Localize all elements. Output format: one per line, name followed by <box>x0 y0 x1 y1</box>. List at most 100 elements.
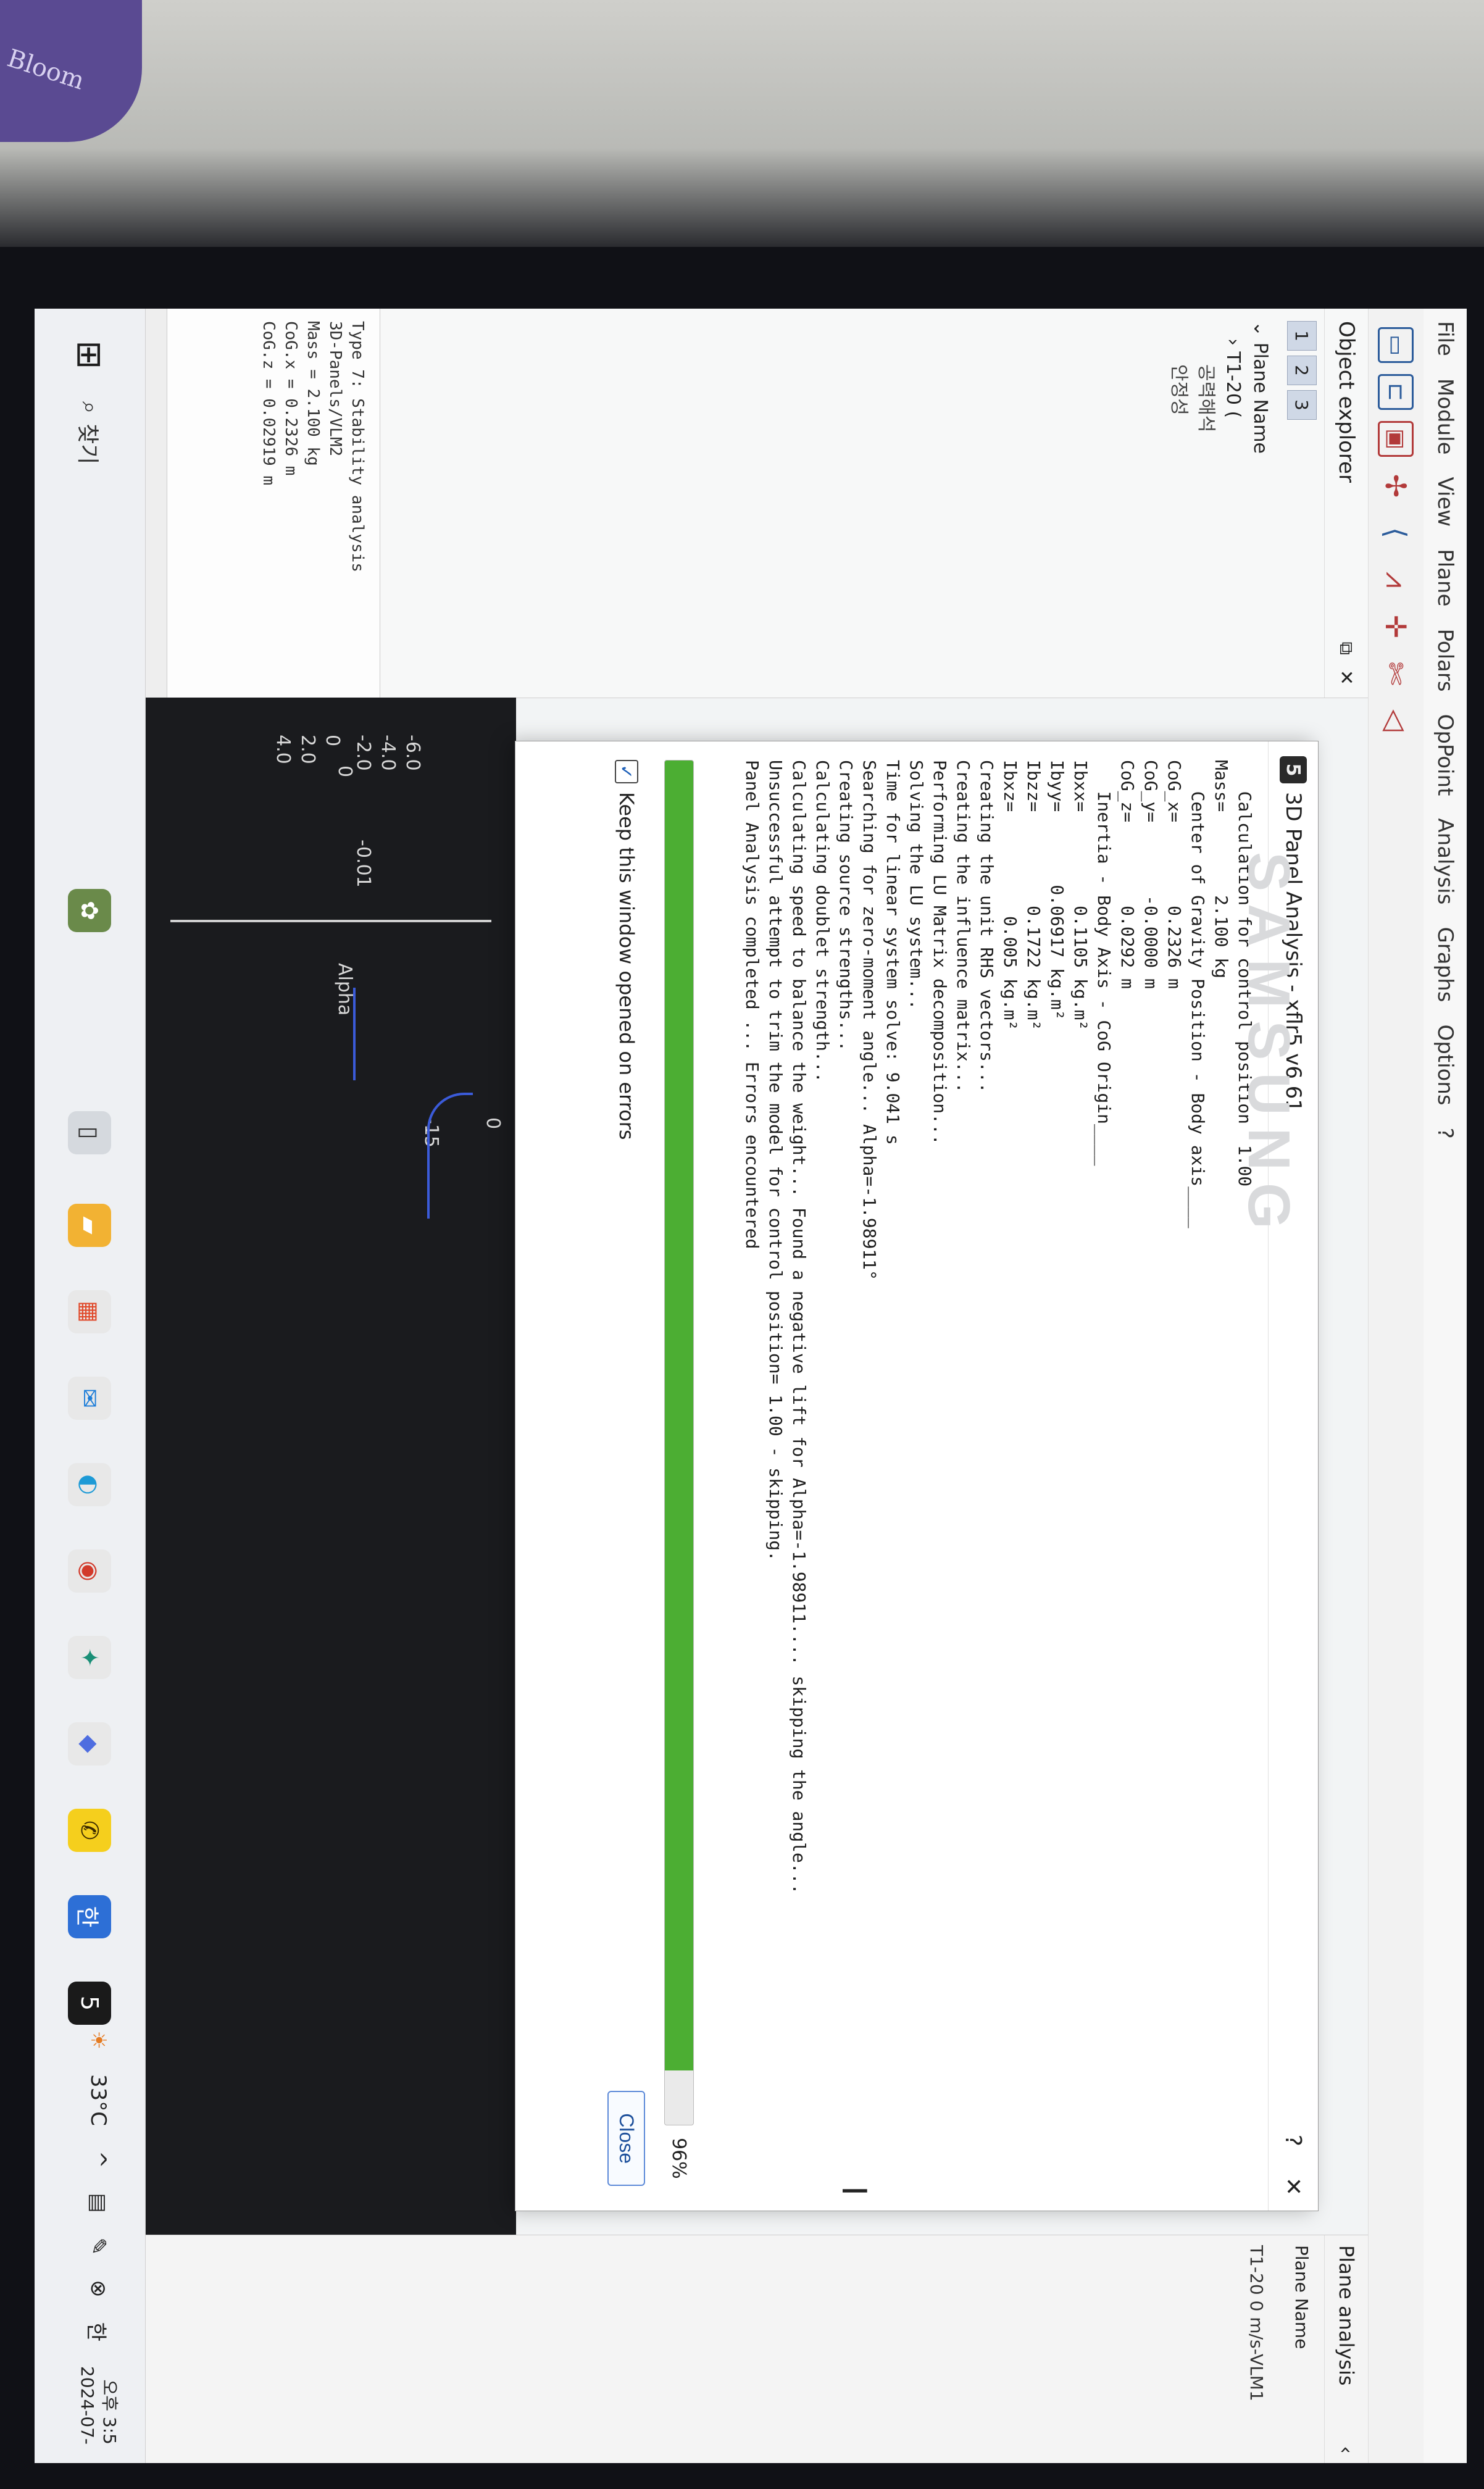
menu-options[interactable]: Options <box>1433 1024 1457 1105</box>
chevron-down-icon[interactable]: ⌄ <box>1249 321 1271 343</box>
save-icon[interactable]: ▣ <box>1378 421 1414 457</box>
chevron-right-icon[interactable]: › <box>1222 338 1244 352</box>
menu-help[interactable]: ? <box>1433 1128 1457 1139</box>
store-icon[interactable]: ▦ <box>68 1290 111 1333</box>
explorer-tab-3[interactable]: 3 <box>1287 390 1317 420</box>
mail-icon[interactable]: ✉ <box>68 1377 111 1420</box>
menu-module[interactable]: Module <box>1433 378 1457 455</box>
xfoil-module-icon[interactable]: ⟨ <box>1378 515 1414 551</box>
toolbar: ▭ ⊏ ▣ ✢ ⟨ ⩘ ✛ ✄ ◁ <box>1368 309 1424 2463</box>
file-explorer-icon[interactable]: ▰ <box>68 1204 111 1247</box>
tree-root[interactable]: ⌄ Plane Name <box>1246 321 1273 685</box>
new-file-icon[interactable]: ▭ <box>1378 327 1414 363</box>
menu-plane[interactable]: Plane <box>1433 549 1457 606</box>
xflr5-app-icon: 5 <box>1280 756 1307 783</box>
search-icon: ⌕ <box>77 401 102 414</box>
explorer-tab-1[interactable]: 1 <box>1287 321 1317 351</box>
foil-module-icon[interactable]: ✢ <box>1378 468 1414 504</box>
log-line: Time for linear system solve: 9.041 s <box>883 760 903 1145</box>
keep-open-label: Keep this window opened on errors <box>615 792 638 1140</box>
chevron-left-icon[interactable]: ‹ <box>1335 2446 1358 2454</box>
task-view-icon[interactable]: ▯ <box>68 1111 111 1154</box>
horizontal-scrollbar[interactable] <box>146 309 167 698</box>
graph-panel-3[interactable] <box>146 1463 516 1847</box>
explorer-tab-2[interactable]: 2 <box>1287 356 1317 385</box>
y-tick-label: 0 <box>482 1117 504 1130</box>
chevron-up-icon[interactable]: ^ <box>86 2151 110 2169</box>
clock[interactable]: 오후 3:5 2024-07- <box>76 2366 120 2445</box>
menu-graphs[interactable]: Graphs <box>1433 927 1457 1002</box>
graph-panel-2[interactable]: 0 -15 <box>146 1080 516 1464</box>
screen-wrapper: File Module View Plane Polars OpPoint An… <box>35 309 1467 2463</box>
log-line: Panel Analysis completed ... Errors enco… <box>742 760 762 1249</box>
info-line: Mass = 2.100 kg <box>304 321 322 466</box>
teams-icon[interactable]: ◆ <box>68 1722 111 1766</box>
zero-label: 0 <box>334 765 356 778</box>
text-cursor-icon: I <box>835 2186 873 2196</box>
progress-bar <box>664 760 694 2125</box>
plane-analysis-panel: Plane analysis ‹ Plane Name T1-20 0 m/s-… <box>146 2235 1368 2463</box>
chrome-browser-icon[interactable]: ◉ <box>68 1549 111 1593</box>
menu-file[interactable]: File <box>1433 321 1457 356</box>
log-line: Creating the influence matrix... <box>953 760 973 1093</box>
system-tray: ☀ 33°C ^ ▤ ✎ ⊗ 한 오후 3:5 2024-07- <box>76 2031 120 2445</box>
x-tick-label: 0 <box>322 735 343 747</box>
log-line: CoG_x= 0.2326 m <box>1164 760 1185 989</box>
checkmark-icon[interactable]: ✓ <box>615 760 638 783</box>
hangul-icon[interactable]: 한 <box>68 1895 111 1938</box>
tree-plane[interactable]: › T1-20 ( <box>1219 321 1246 685</box>
network-icon[interactable]: ▤ <box>86 2193 110 2213</box>
explorer-header: Object explorer ⧉ ✕ <box>1324 309 1368 698</box>
info-line: CoG.x = 0.2326 m <box>281 321 300 476</box>
taskbar: ⊞ ⌕ 찾기 ✿ ▯ ▰ ▦ ✉ ◐ ◉ ✦ ◆ ✆ 한 5 ☀ 33°C ^ … <box>35 309 146 2463</box>
menu-bar: File Module View Plane Polars OpPoint An… <box>1424 309 1467 2463</box>
log-line: Creating source strengths... <box>836 760 856 1052</box>
tree-plane-label: T1-20 ( <box>1222 351 1244 419</box>
edge-browser-icon[interactable]: ◐ <box>68 1463 111 1506</box>
close-icon[interactable]: ✕ <box>1336 670 1357 685</box>
help-button[interactable]: ? <box>1281 2135 1306 2146</box>
graph-panel-4[interactable] <box>146 1846 516 2235</box>
kakaotalk-icon[interactable]: ✆ <box>68 1809 111 1852</box>
log-line: Ibzz= 0.1722 kg.m² <box>1023 760 1044 1031</box>
polar-module-icon[interactable]: ⩘ <box>1378 562 1414 598</box>
log-line: Center of Gravity Position - Body axis__… <box>1188 760 1208 1228</box>
curve-line <box>427 1093 473 1219</box>
log-line: Inertia - Body Axis - CoG Origin____ <box>1094 760 1114 1166</box>
close-icon[interactable]: ✕ <box>1281 2177 1306 2196</box>
float-icon[interactable]: ⧉ <box>1336 641 1357 654</box>
close-circle-icon[interactable]: ⊗ <box>86 2280 110 2298</box>
progress-fill <box>665 761 693 2070</box>
widgets-icon[interactable]: ✿ <box>68 889 111 932</box>
xflr5-taskbar-icon[interactable]: 5 <box>68 1982 111 2025</box>
weather-temp[interactable]: 33°C <box>86 2074 110 2126</box>
tree-item-aero[interactable]: 공력해석 <box>1192 321 1219 685</box>
edit-tool-icon[interactable]: ✄ <box>1378 656 1414 691</box>
input-language[interactable]: 한 <box>83 2322 114 2341</box>
menu-analysis[interactable]: Analysis <box>1433 818 1457 904</box>
menu-oppoint[interactable]: OpPoint <box>1433 714 1457 796</box>
menu-view[interactable]: View <box>1433 477 1457 527</box>
wing-module-icon[interactable]: ◁ <box>1378 703 1414 738</box>
close-button[interactable]: Close <box>607 2091 646 2186</box>
log-line: Calculating doublet strength... <box>812 760 833 1083</box>
open-folder-icon[interactable]: ⊏ <box>1378 374 1414 410</box>
x-tick-label: -6.0 <box>402 735 423 771</box>
menu-polars[interactable]: Polars <box>1433 629 1457 692</box>
windows-start-icon[interactable]: ⊞ <box>68 333 111 377</box>
x-tick-label: 4.0 <box>272 735 294 764</box>
keep-open-checkbox[interactable]: ✓ Keep this window opened on errors <box>615 760 638 1140</box>
progress-row: 96% <box>664 760 694 2186</box>
graph-panel-1[interactable]: -6.0 -4.0 -2.0 0 2.0 4.0 0 -0.01 Alpha <box>146 698 516 1082</box>
search-label: 찾기 <box>75 423 100 465</box>
log-line: Mass= 2.100 kg <box>1211 760 1232 979</box>
weather-icon[interactable]: ☀ <box>86 2031 110 2049</box>
copilot-icon[interactable]: ✦ <box>68 1636 111 1679</box>
tree-item-stability[interactable]: 안정성 <box>1165 321 1192 685</box>
log-line: Ibxz= 0.005 kg.m² <box>1000 760 1020 1031</box>
taskbar-search[interactable]: ⌕ 찾기 <box>68 401 111 611</box>
screen: File Module View Plane Polars OpPoint An… <box>35 309 1467 2463</box>
plane-name-value: T1-20 0 m/s-VLM1 <box>1246 2245 1267 2401</box>
pen-icon[interactable]: ✎ <box>86 2238 110 2256</box>
plane-module-icon[interactable]: ✛ <box>1378 609 1414 644</box>
